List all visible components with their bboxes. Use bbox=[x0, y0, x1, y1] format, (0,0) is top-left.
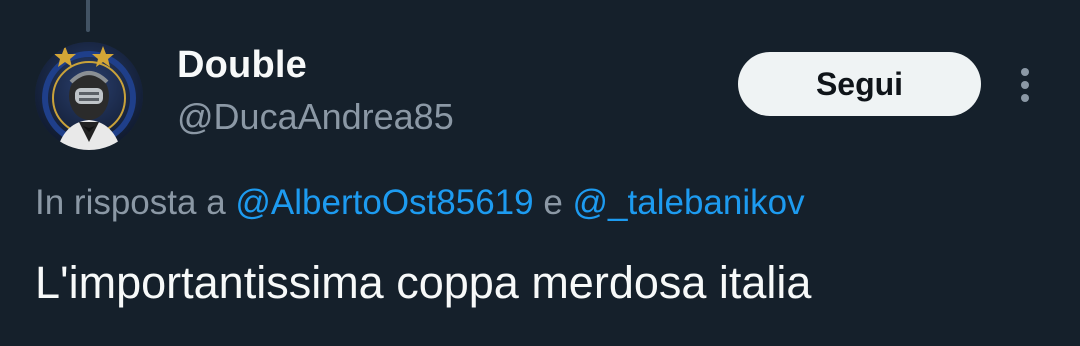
display-name[interactable]: Double bbox=[177, 44, 307, 87]
reply-conjunction: e bbox=[543, 183, 563, 222]
avatar-icon bbox=[35, 42, 143, 150]
tweet-text: L'importantissima coppa merdosa italia bbox=[35, 257, 812, 308]
thread-connector-line bbox=[86, 0, 90, 32]
avatar[interactable] bbox=[35, 42, 143, 150]
tweet-card: Double @DucaAndrea85 Segui In risposta a… bbox=[0, 0, 1080, 346]
mention-link[interactable]: @_talebanikov bbox=[573, 183, 805, 222]
follow-button[interactable]: Segui bbox=[738, 52, 981, 116]
reply-context: In risposta a @AlbertoOst85619 e @_taleb… bbox=[35, 183, 805, 223]
mention-link[interactable]: @AlbertoOst85619 bbox=[235, 183, 533, 222]
reply-prefix: In risposta a bbox=[35, 183, 226, 222]
user-handle[interactable]: @DucaAndrea85 bbox=[177, 96, 454, 138]
more-vertical-icon[interactable] bbox=[1011, 64, 1039, 106]
